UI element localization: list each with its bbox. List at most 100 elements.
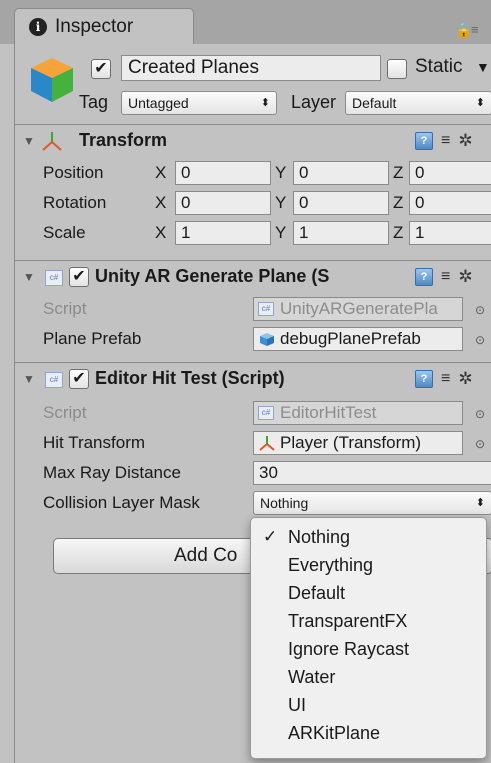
menu-item-label: UI — [288, 695, 306, 715]
check-icon: ✔ — [72, 268, 86, 285]
generate-plane-enabled-checkbox[interactable]: ✔ — [69, 267, 89, 287]
axis-z-label: Z — [393, 223, 404, 242]
static-checkbox[interactable] — [387, 59, 407, 79]
dropdown-arrows-icon: ⬍ — [260, 97, 270, 109]
gear-icon[interactable]: ✲ — [458, 369, 472, 389]
layer-dropdown[interactable]: Default ⬍ — [345, 91, 491, 115]
plane-prefab-field[interactable]: debugPlanePrefab — [253, 327, 463, 351]
axis-x-label: X — [155, 193, 167, 212]
rotation-x-input[interactable]: 0 — [175, 191, 271, 215]
fold-arrow-icon[interactable]: ▼ — [23, 134, 35, 148]
axis-x-label: X — [155, 163, 167, 182]
tag-label: Tag — [79, 92, 109, 112]
script-file-icon: c# — [258, 406, 274, 420]
position-z-input[interactable]: 0 — [409, 161, 491, 185]
axis-z-label: Z — [393, 193, 404, 212]
component-header-icons: ? ≡ ✲ — [415, 267, 473, 287]
gameobject-name-input[interactable]: Created Planes — [121, 55, 381, 81]
object-picker-icon[interactable]: ⊙ — [475, 437, 485, 451]
lock-icon[interactable]: 🔒 — [455, 22, 472, 39]
axis-y-label: Y — [275, 193, 287, 212]
hit-transform-value: Player (Transform) — [280, 433, 422, 452]
menu-item-label: ARKitPlane — [288, 723, 381, 743]
menu-item-default[interactable]: Default — [251, 579, 486, 607]
static-label: Static — [415, 56, 463, 77]
hit-transform-field[interactable]: Player (Transform) — [253, 431, 463, 455]
generate-plane-header[interactable]: ▼ c# ✔ Unity AR Generate Plane (S ? ≡ ✲ — [15, 261, 491, 293]
max-ray-distance-input[interactable]: 30 — [253, 461, 491, 485]
position-x-input[interactable]: 0 — [175, 161, 271, 185]
add-component-label: Add Co — [174, 545, 238, 566]
menu-item-label: Nothing — [288, 527, 351, 547]
help-book-icon[interactable]: ? — [415, 132, 433, 150]
collision-layer-mask-value: Nothing — [260, 495, 309, 511]
component-header-icons: ? ≡ ✲ — [415, 131, 473, 151]
scale-label: Scale — [43, 223, 86, 242]
gear-icon[interactable]: ✲ — [458, 267, 472, 287]
tag-value: Untagged — [128, 95, 189, 111]
prefab-cube-icon — [260, 333, 274, 346]
tab-menu-icon[interactable]: ≡ — [471, 22, 479, 37]
menu-item-label: Water — [288, 667, 336, 687]
menu-item-label: Default — [288, 583, 346, 603]
dropdown-arrows-icon: ⬍ — [475, 497, 485, 509]
collision-layer-mask-dropdown[interactable]: Nothing ⬍ — [253, 491, 491, 515]
hit-test-component: ▼ c# ✔ Editor Hit Test (Script) ? ≡ ✲ Sc… — [15, 362, 491, 528]
rotation-z-input[interactable]: 0 — [409, 191, 491, 215]
gear-icon[interactable]: ✲ — [458, 131, 472, 151]
inspector-tab-label: Inspector — [55, 15, 134, 37]
script-field[interactable]: c# EditorHitTest — [253, 401, 463, 425]
menu-item-label: TransparentFX — [288, 611, 408, 631]
csharp-script-icon: c# — [45, 372, 63, 388]
axis-z-label: Z — [393, 163, 404, 182]
transform-component: ▼ Transform ? ≡ ✲ Position X 0 Y 0 Z 0 R… — [15, 124, 491, 260]
transform-header[interactable]: ▼ Transform ? ≡ ✲ — [15, 125, 491, 157]
check-icon: ✔ — [72, 370, 86, 387]
script-field[interactable]: c# UnityARGeneratePla — [253, 297, 463, 321]
object-picker-icon[interactable]: ⊙ — [475, 303, 485, 317]
inspector-tab-strip: i Inspector 🔒 ≡ — [0, 0, 491, 44]
menu-item-everything[interactable]: Everything — [251, 551, 486, 579]
static-dropdown-arrow-icon[interactable]: ▼ — [476, 59, 490, 75]
layer-mask-menu: ✓ Nothing Everything Default Transparent… — [250, 517, 487, 759]
object-picker-icon[interactable]: ⊙ — [475, 407, 485, 421]
rotation-y-input[interactable]: 0 — [293, 191, 389, 215]
tag-dropdown[interactable]: Untagged ⬍ — [121, 91, 277, 115]
hit-transform-label: Hit Transform — [43, 433, 146, 452]
hit-test-title: Editor Hit Test (Script) — [95, 368, 285, 388]
generate-plane-title: Unity AR Generate Plane (S — [95, 266, 330, 286]
help-book-icon[interactable]: ? — [415, 268, 433, 286]
menu-item-arkitplane[interactable]: ARKitPlane — [251, 719, 486, 747]
scale-x-input[interactable]: 1 — [175, 221, 271, 245]
plane-prefab-label: Plane Prefab — [43, 329, 142, 348]
axis-y-label: Y — [275, 223, 287, 242]
hit-test-enabled-checkbox[interactable]: ✔ — [69, 369, 89, 389]
menu-item-water[interactable]: Water — [251, 663, 486, 691]
position-label: Position — [43, 163, 104, 182]
object-picker-icon[interactable]: ⊙ — [475, 333, 485, 347]
scale-y-input[interactable]: 1 — [293, 221, 389, 245]
help-book-icon[interactable]: ? — [415, 370, 433, 388]
rotation-label: Rotation — [43, 193, 107, 212]
gameobject-active-checkbox[interactable]: ✔ — [91, 59, 111, 79]
preset-sliders-icon[interactable]: ≡ — [441, 370, 450, 388]
layer-label: Layer — [291, 92, 337, 112]
fold-arrow-icon[interactable]: ▼ — [23, 372, 35, 386]
inspector-tab[interactable]: i Inspector — [14, 8, 194, 44]
position-y-input[interactable]: 0 — [293, 161, 389, 185]
menu-item-ignore-raycast[interactable]: Ignore Raycast — [251, 635, 486, 663]
component-header-icons: ? ≡ ✲ — [415, 369, 473, 389]
menu-item-nothing[interactable]: ✓ Nothing — [251, 523, 486, 551]
menu-item-transparentfx[interactable]: TransparentFX — [251, 607, 486, 635]
info-icon: i — [29, 17, 47, 36]
preset-sliders-icon[interactable]: ≡ — [441, 132, 450, 150]
preset-sliders-icon[interactable]: ≡ — [441, 268, 450, 286]
hit-test-header[interactable]: ▼ c# ✔ Editor Hit Test (Script) ? ≡ ✲ — [15, 363, 491, 395]
fold-arrow-icon[interactable]: ▼ — [23, 270, 35, 284]
script-value: EditorHitTest — [280, 403, 377, 422]
transform-axes-icon — [259, 436, 275, 451]
transform-axes-icon — [42, 132, 62, 151]
scale-z-input[interactable]: 1 — [409, 221, 491, 245]
menu-item-ui[interactable]: UI — [251, 691, 486, 719]
script-label: Script — [43, 403, 87, 422]
